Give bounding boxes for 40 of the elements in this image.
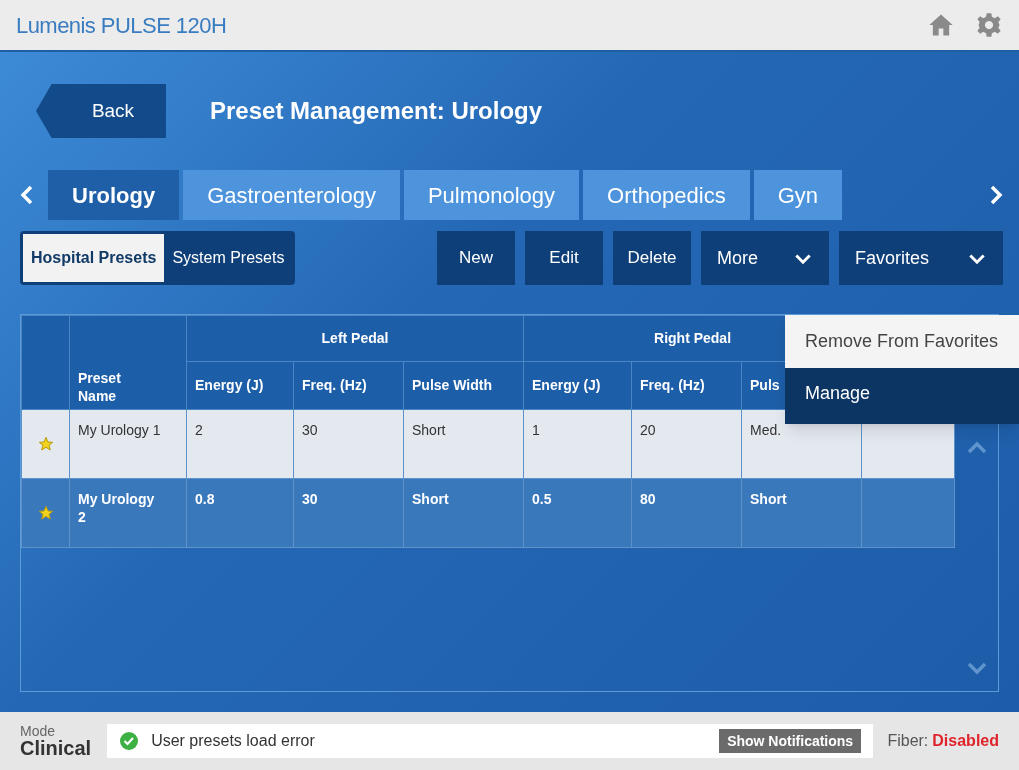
table-cell: 0.8: [186, 478, 294, 548]
table-cell: My Urology 1: [69, 409, 187, 479]
action-button[interactable]: Delete: [613, 231, 691, 285]
dropdown-button[interactable]: Favorites: [839, 231, 1003, 285]
table-row[interactable]: My Urology 2 0.8 30 Short 0.5 80 Short: [21, 478, 955, 548]
table-cell: 0.5: [523, 478, 632, 548]
mode-label: Mode: [20, 724, 57, 738]
dropdown-button[interactable]: More: [701, 231, 829, 285]
tab[interactable]: Urology: [48, 170, 180, 220]
table-cell: 80: [631, 478, 742, 548]
show-notifications-button[interactable]: Show Notifications: [719, 729, 862, 753]
table-cell: My Urology 2: [69, 478, 187, 548]
table-cell: Short: [403, 409, 524, 479]
table-cell: 20: [631, 409, 742, 479]
header-cell: Left Pedal: [186, 315, 524, 362]
table-cell: Short: [741, 478, 862, 548]
header-cell: Energy (J): [186, 361, 294, 410]
action-button[interactable]: Edit: [525, 231, 603, 285]
table-cell: 30: [293, 409, 404, 479]
back-button[interactable]: Back: [36, 84, 166, 138]
action-button[interactable]: New: [437, 231, 515, 285]
brand-logo: Lumenis PULSE 120H: [16, 11, 227, 40]
fiber-status: Disabled: [932, 731, 999, 751]
table-cell: 1: [523, 409, 632, 479]
menu-item[interactable]: Remove From Favorites: [785, 315, 1019, 368]
mode-value: Clinical: [20, 738, 92, 758]
header-cell: Preset Name: [69, 315, 187, 410]
toggle-option[interactable]: System Presets: [164, 234, 293, 282]
fiber-label: Fiber:: [887, 731, 929, 751]
header-cell: Pulse Width: [403, 361, 524, 410]
table-cell: 2: [186, 409, 294, 479]
notification-message: User presets load error: [151, 731, 315, 751]
page-title: Preset Management: Urology: [210, 96, 543, 126]
header-cell: Energy (J): [523, 361, 632, 410]
table-cell: 30: [293, 478, 404, 548]
table-row[interactable]: My Urology 1 2 30 Short 1 20 Med.: [21, 409, 955, 479]
table-cell: Short: [403, 478, 524, 548]
header-cell: Freq. (Hz): [293, 361, 404, 410]
toggle-option[interactable]: Hospital Presets: [23, 234, 165, 282]
header-cell: Freq. (Hz): [631, 361, 742, 410]
